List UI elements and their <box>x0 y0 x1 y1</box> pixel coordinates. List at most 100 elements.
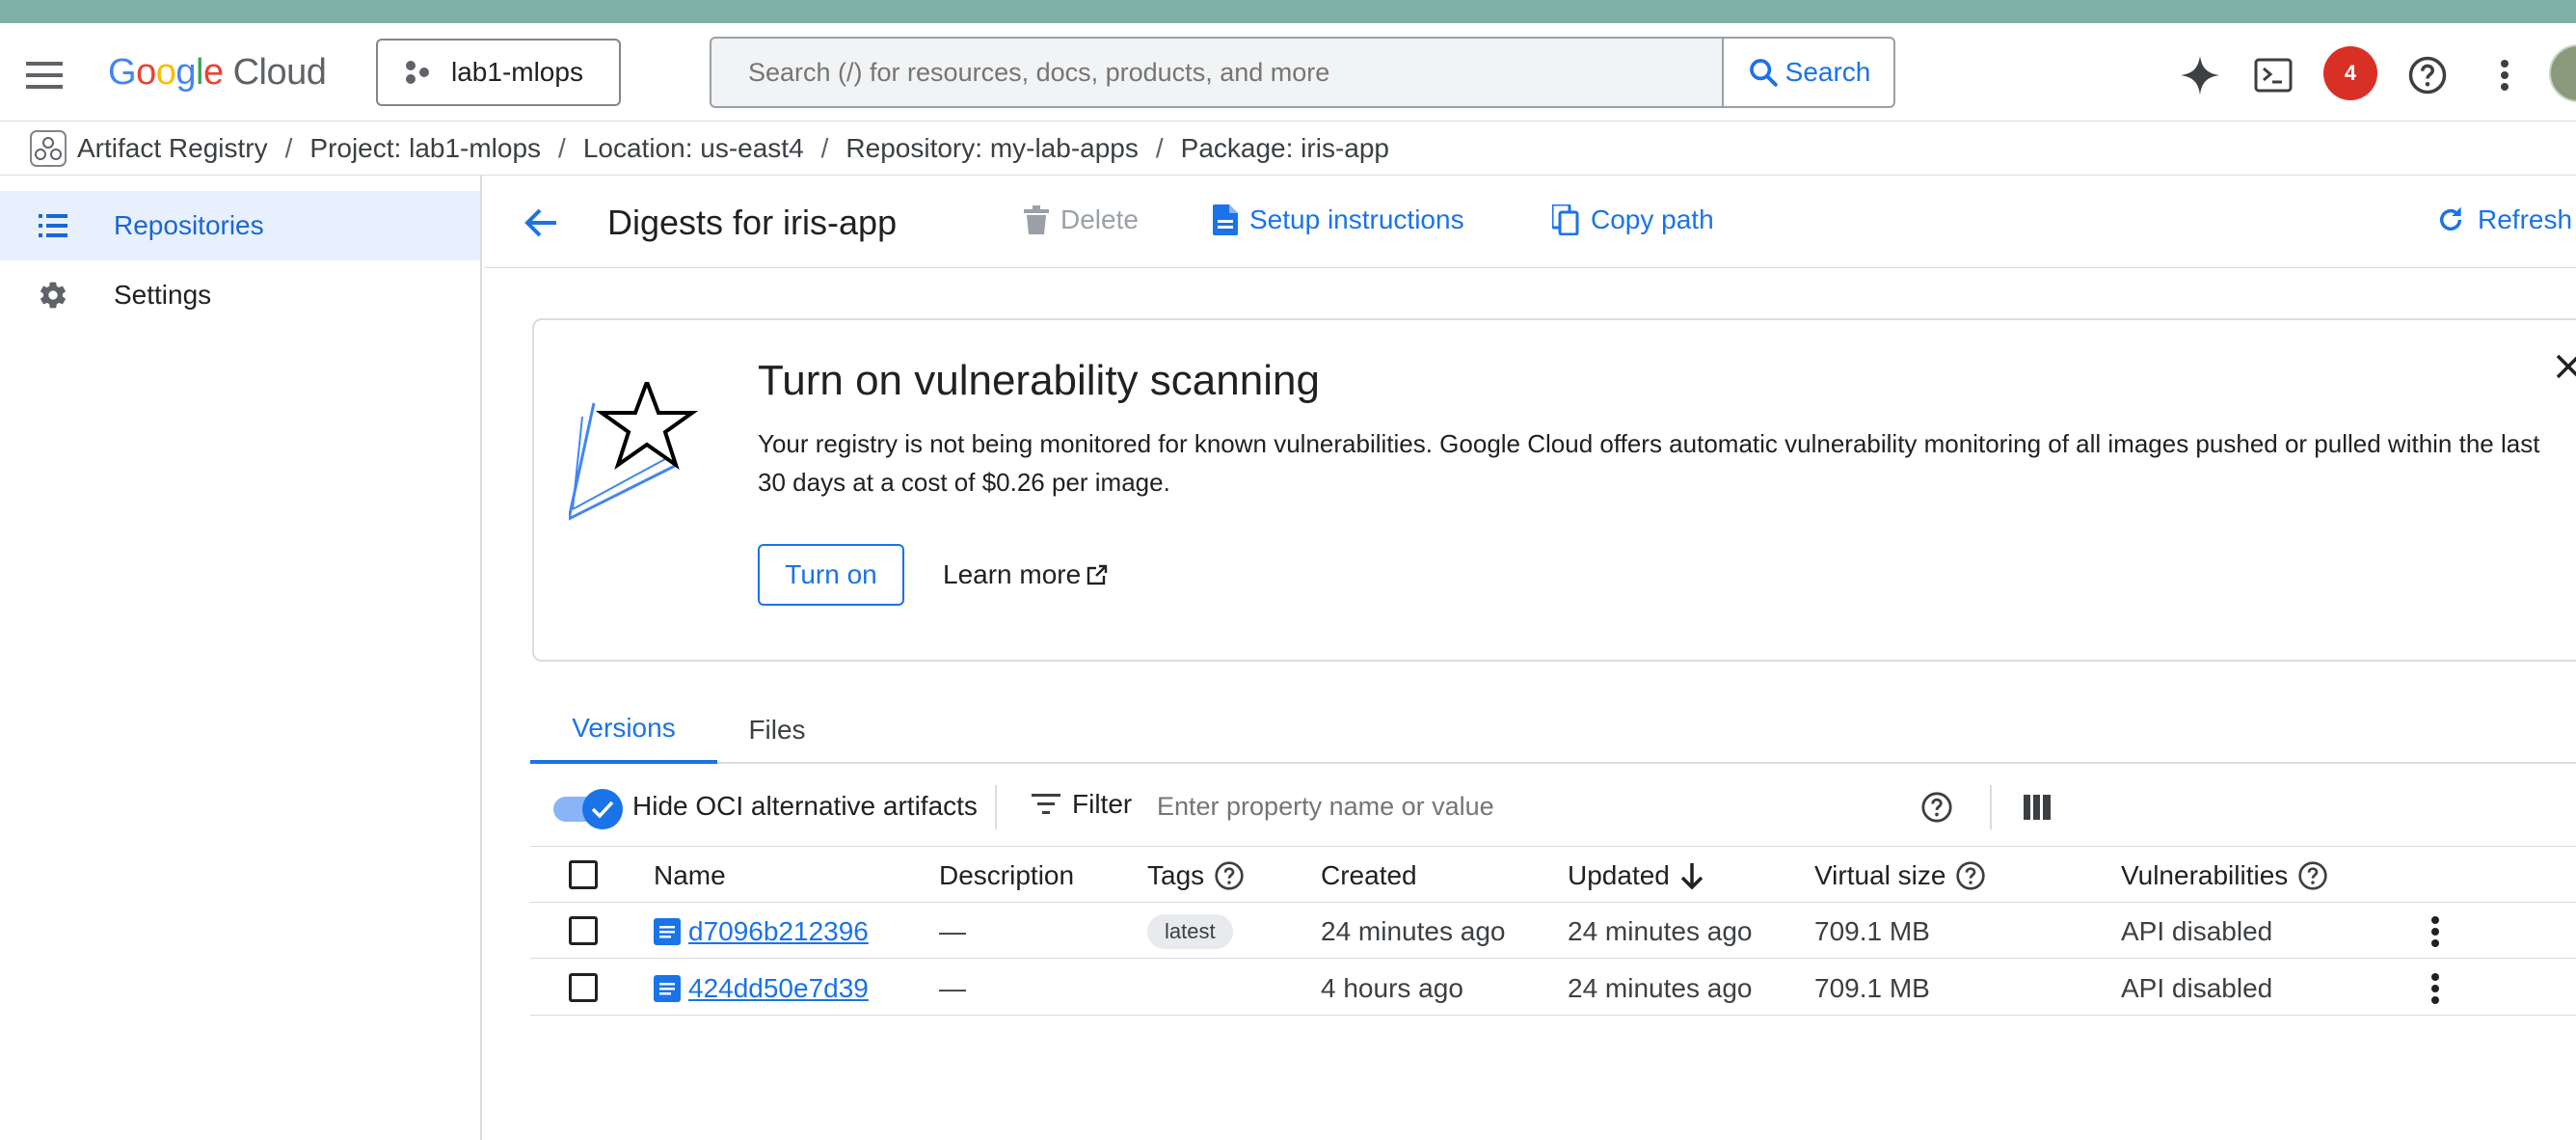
hide-oci-label: Hide OCI alternative artifacts <box>632 791 978 821</box>
digest-name: d7096b212396 <box>688 916 869 946</box>
breadcrumb-package[interactable]: Package: iris-app <box>1181 133 1389 164</box>
column-description[interactable]: Description <box>939 860 1074 891</box>
more-vert-icon <box>2431 916 2439 947</box>
copy-path-button[interactable]: Copy path <box>1552 204 1714 235</box>
page-title: Digests for iris-app <box>607 203 898 242</box>
close-banner-button[interactable] <box>2549 347 2576 386</box>
project-name: lab1-mlops <box>451 57 583 87</box>
breadcrumb-project[interactable]: Project: lab1-mlops <box>309 133 541 164</box>
select-all-checkbox[interactable] <box>569 860 598 889</box>
tab-files[interactable]: Files <box>729 696 825 764</box>
divider <box>1990 785 1992 829</box>
row-actions-button[interactable] <box>2418 914 2453 949</box>
left-sidebar: Repositories Settings <box>0 176 482 1140</box>
vulnerabilities-cell: API disabled <box>2121 916 2273 946</box>
back-button[interactable] <box>519 201 563 245</box>
menu-button[interactable] <box>19 56 69 95</box>
description-cell: — <box>939 973 966 1003</box>
gemini-button[interactable] <box>2177 52 2223 98</box>
column-tags-label: Tags <box>1147 860 1205 890</box>
vulnerabilities-cell: API disabled <box>2121 973 2273 1003</box>
tab-versions[interactable]: Versions <box>530 696 717 764</box>
help-icon <box>1956 861 1986 890</box>
setup-instructions-button[interactable]: Setup instructions <box>1213 204 1464 235</box>
column-updated[interactable]: Updated <box>1568 860 1704 891</box>
filter-input[interactable] <box>1157 779 2410 833</box>
column-vulnerabilities-label: Vulnerabilities <box>2121 860 2289 890</box>
description-cell: — <box>939 916 966 946</box>
help-button[interactable] <box>2404 52 2451 98</box>
project-hexagon-icon <box>403 60 432 85</box>
logo-cloud-text: Cloud <box>232 51 327 93</box>
google-cloud-logo[interactable]: Google Cloud <box>108 48 327 96</box>
filter-button[interactable]: Filter <box>1032 789 1132 820</box>
digest-link[interactable]: 424dd50e7d39 <box>654 973 869 1004</box>
digest-name-cell: 424dd50e7d39 <box>654 973 869 1004</box>
filter-bar: Hide OCI alternative artifacts Filter <box>530 766 2576 847</box>
delete-label: Delete <box>1060 204 1139 234</box>
column-tags[interactable]: Tags <box>1147 860 1245 891</box>
list-icon <box>0 213 106 238</box>
column-virtual-size-label: Virtual size <box>1814 860 1946 890</box>
column-vulnerabilities[interactable]: Vulnerabilities <box>2121 860 2328 891</box>
top-app-bar: Google Cloud lab1-mlops Search 4 <box>0 23 2576 122</box>
breadcrumb-separator: / <box>558 132 566 163</box>
sidebar-item-repositories[interactable]: Repositories <box>0 191 480 260</box>
setup-instructions-label: Setup instructions <box>1249 204 1464 234</box>
column-virtual-size[interactable]: Virtual size <box>1814 860 1986 891</box>
digest-name-cell: d7096b212396 <box>654 916 869 947</box>
more-options-button[interactable] <box>2482 52 2528 98</box>
digest-link[interactable]: d7096b212396 <box>654 916 869 947</box>
cloud-shell-button[interactable] <box>2250 52 2296 98</box>
hide-oci-toggle[interactable] <box>553 789 623 829</box>
more-vert-icon <box>2431 973 2439 1004</box>
artifact-registry-icon <box>29 129 67 168</box>
document-icon <box>654 975 681 1002</box>
help-icon <box>1921 792 1952 823</box>
help-icon <box>1215 861 1244 890</box>
column-updated-label: Updated <box>1568 860 1670 890</box>
table-row[interactable]: 424dd50e7d39 — 4 hours ago 24 minutes ag… <box>530 960 2576 1016</box>
column-display-button[interactable] <box>2015 785 2059 829</box>
browser-bookmark-strip <box>0 0 2576 23</box>
column-name[interactable]: Name <box>654 860 726 891</box>
vulnerability-scanning-banner: Turn on vulnerability scanning Your regi… <box>532 318 2576 662</box>
search-icon <box>1749 59 1778 87</box>
breadcrumb-artifact-registry[interactable]: Artifact Registry <box>77 133 268 164</box>
row-checkbox[interactable] <box>569 916 598 945</box>
breadcrumb-location[interactable]: Location: us-east4 <box>583 133 804 164</box>
column-created[interactable]: Created <box>1321 860 1417 891</box>
toggle-knob <box>582 789 623 829</box>
search-button-label: Search <box>1784 57 1871 87</box>
search-button[interactable]: Search <box>1722 39 1893 106</box>
external-link-icon <box>1087 564 1109 585</box>
page-action-bar: Digests for iris-app Delete Setup instru… <box>484 176 2576 268</box>
refresh-label: Refresh <box>2478 204 2573 234</box>
banner-description: Your registry is not being monitored for… <box>758 429 2540 497</box>
notifications-badge[interactable]: 4 <box>2323 46 2377 100</box>
tag-chip[interactable]: latest <box>1147 914 1233 949</box>
project-picker-button[interactable]: lab1-mlops <box>376 39 621 106</box>
sort-descending-icon <box>1680 863 1704 890</box>
copy-icon <box>1552 204 1579 235</box>
filter-help-button[interactable] <box>1915 785 1959 829</box>
document-icon <box>654 918 681 945</box>
table-row[interactable]: d7096b212396 — latest 24 minutes ago 24 … <box>530 903 2576 959</box>
search-input[interactable] <box>711 39 1895 106</box>
refresh-icon <box>2439 206 2462 231</box>
account-avatar[interactable] <box>2549 44 2576 102</box>
sidebar-item-settings[interactable]: Settings <box>0 260 480 330</box>
arrow-back-icon <box>524 208 556 237</box>
delete-button[interactable]: Delete <box>1024 204 1139 235</box>
turn-on-button[interactable]: Turn on <box>758 544 904 606</box>
help-icon <box>2408 56 2447 95</box>
learn-more-link[interactable]: Learn more <box>943 559 1109 590</box>
divider <box>995 785 997 829</box>
row-actions-button[interactable] <box>2418 971 2453 1006</box>
virtual-size-cell: 709.1 MB <box>1814 973 1930 1003</box>
close-icon <box>2556 354 2576 379</box>
refresh-button[interactable]: Refresh <box>2435 204 2572 235</box>
row-checkbox[interactable] <box>569 973 598 1002</box>
breadcrumb-repository[interactable]: Repository: my-lab-apps <box>845 133 1138 164</box>
columns-icon <box>2024 795 2051 820</box>
